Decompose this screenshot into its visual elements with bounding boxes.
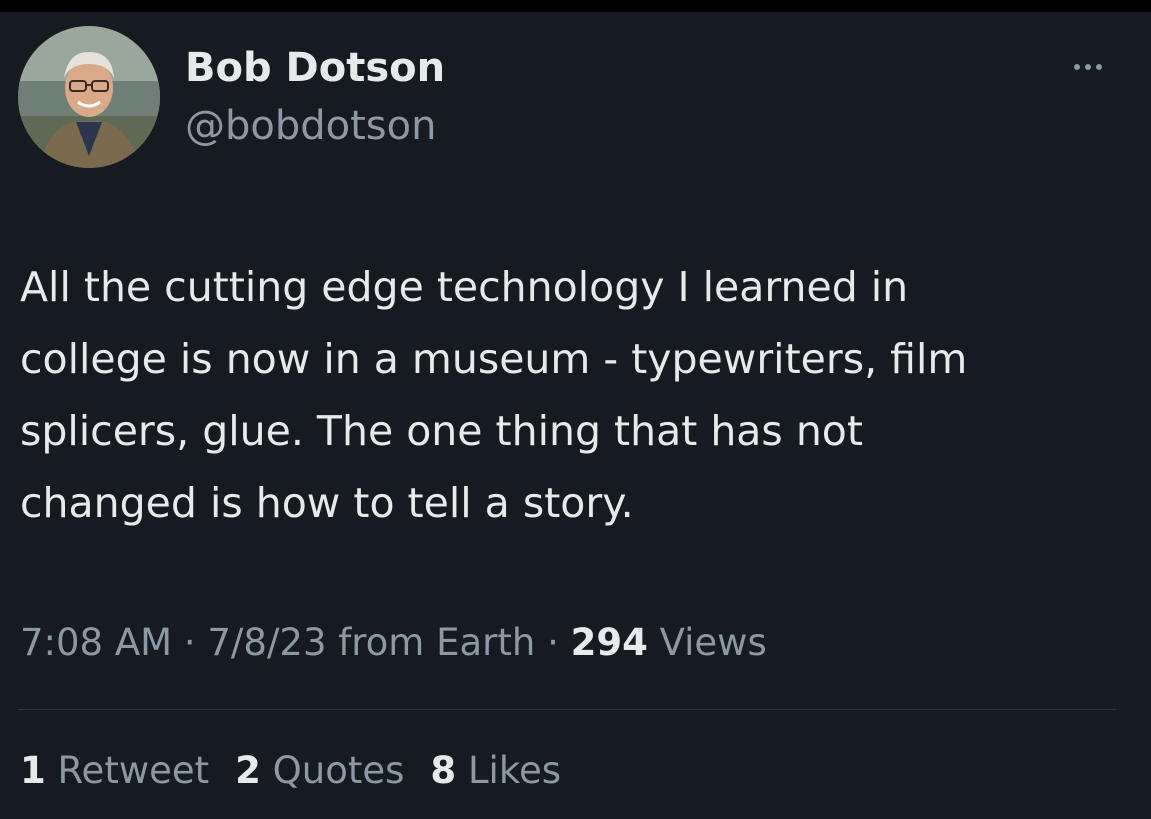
more-dot [1074, 64, 1080, 70]
likes-count: 8 [430, 749, 457, 792]
quotes-count: 2 [235, 749, 261, 792]
meta-separator: · [547, 621, 559, 664]
likes-stat[interactable]: 8 Likes [430, 745, 561, 797]
tweet-text-line: college is now in a museum - typewriters… [20, 335, 968, 383]
tweet-text-line: changed is how to tell a story. [20, 479, 634, 527]
more-options-icon[interactable] [1060, 52, 1116, 82]
retweets-label: Retweet [57, 749, 210, 792]
author-display-name[interactable]: Bob Dotson [185, 42, 445, 94]
tweet-date-source[interactable]: 7/8/23 from Earth [207, 621, 535, 664]
top-bar [0, 0, 1151, 12]
tweet-time[interactable]: 7:08 AM [20, 621, 172, 664]
divider [18, 709, 1116, 710]
more-dot [1085, 64, 1091, 70]
quotes-stat[interactable]: 2 Quotes [235, 745, 404, 797]
tweet-text: All the cutting edge technology I learne… [20, 251, 1130, 539]
tweet-text-line: splicers, glue. The one thing that has n… [20, 407, 863, 455]
views-label: Views [659, 621, 767, 664]
views-count: 294 [570, 621, 648, 664]
retweets-stat[interactable]: 1 Retweet [20, 745, 209, 797]
tweet-meta: 7:08 AM · 7/8/23 from Earth · 294 Views [20, 617, 767, 669]
avatar[interactable] [18, 26, 160, 168]
likes-label: Likes [467, 749, 561, 792]
retweets-count: 1 [20, 749, 46, 792]
author-handle[interactable]: @bobdotson [185, 100, 436, 152]
more-dot [1096, 64, 1102, 70]
engagement-stats: 1 Retweet 2 Quotes 8 Likes [20, 745, 587, 797]
tweet-text-line: All the cutting edge technology I learne… [20, 263, 909, 311]
quotes-label: Quotes [272, 749, 405, 792]
avatar-photo [18, 26, 160, 168]
meta-separator: · [183, 621, 196, 664]
